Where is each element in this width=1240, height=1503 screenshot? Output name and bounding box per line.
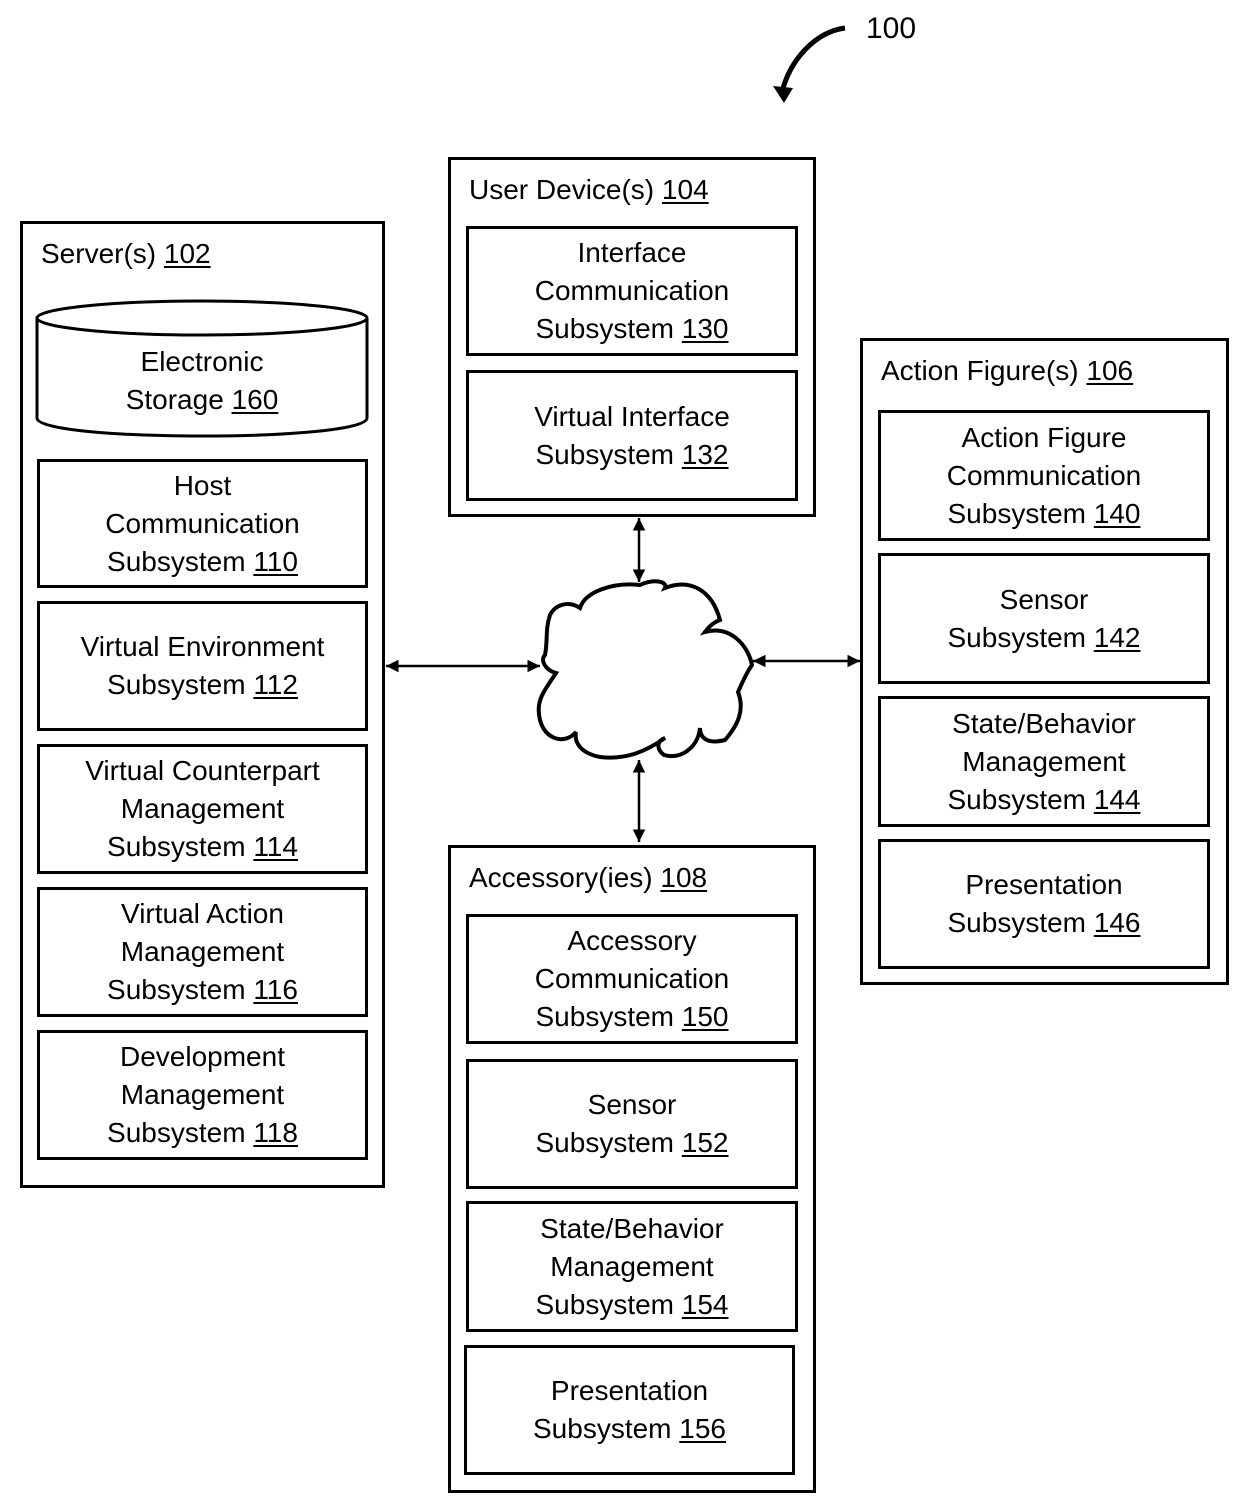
- subsystem-line: Communication: [534, 275, 730, 306]
- subsystem-line: Subsystem: [535, 1127, 675, 1158]
- subsystem-line: Subsystem: [535, 1001, 675, 1032]
- subsystem-line: Subsystem: [107, 545, 246, 577]
- subsystem-line: Subsystem: [947, 621, 1087, 653]
- accessories-title-text: Accessory(ies): [469, 862, 653, 893]
- subsystem-number: 110: [253, 545, 298, 577]
- servers-number: 102: [163, 238, 211, 269]
- accessory-sensor-subsystem: Sensor Subsystem 152: [466, 1059, 798, 1189]
- subsystem-number: 156: [679, 1413, 726, 1444]
- action-figures-title-text: Action Figure(s): [881, 355, 1079, 386]
- accessory-state-behavior-subsystem: State/Behavior Management Subsystem 154: [466, 1201, 798, 1332]
- action-figure-sensor-subsystem: Sensor Subsystem 142: [878, 553, 1210, 684]
- subsystem-number: 116: [253, 974, 298, 1005]
- action-figures-number: 106: [1086, 355, 1134, 386]
- storage-line: Electronic: [140, 346, 264, 377]
- accessories-title: Accessory(ies) 108: [469, 864, 707, 892]
- subsystem-line: Development: [120, 1041, 285, 1072]
- subsystem-line: Management: [962, 745, 1126, 777]
- cloud-icon: [536, 579, 755, 760]
- subsystem-line: Accessory: [567, 925, 697, 956]
- subsystem-line: Management: [120, 936, 285, 967]
- subsystem-line: Subsystem: [107, 1117, 246, 1148]
- servers-title: Server(s) 102: [41, 240, 211, 268]
- user-devices-number: 104: [661, 174, 709, 205]
- subsystem-line: Host: [173, 469, 232, 501]
- subsystem-line: Subsystem: [107, 974, 246, 1005]
- subsystem-line: State/Behavior: [540, 1212, 724, 1244]
- accessory-communication-subsystem: Accessory Communication Subsystem 150: [466, 914, 798, 1044]
- subsystem-line: Management: [550, 1250, 714, 1282]
- subsystem-number: 152: [681, 1127, 729, 1158]
- subsystem-line: Subsystem: [533, 1413, 672, 1444]
- user-devices-title-text: User Device(s): [469, 174, 655, 205]
- subsystem-line: Presentation: [965, 869, 1123, 900]
- user-devices-title: User Device(s) 104: [469, 176, 709, 204]
- subsystem-number: 142: [1093, 621, 1141, 653]
- subsystem-line: Virtual Interface: [534, 400, 730, 432]
- subsystem-line: Presentation: [550, 1375, 709, 1406]
- subsystem-line: Communication: [534, 963, 730, 994]
- subsystem-line: Interface: [577, 237, 687, 268]
- subsystem-line: Subsystem: [947, 783, 1087, 815]
- subsystem-line: Subsystem: [107, 831, 246, 862]
- electronic-storage: Electronic Storage 160: [37, 336, 367, 426]
- subsystem-number: 130: [681, 313, 729, 344]
- subsystem-line: Subsystem: [535, 438, 675, 470]
- interface-communication-subsystem: Interface Communication Subsystem 130: [466, 226, 798, 356]
- subsystem-line: Sensor: [587, 1089, 677, 1120]
- subsystem-number: 132: [681, 438, 729, 470]
- virtual-interface-subsystem: Virtual Interface Subsystem 132: [466, 370, 798, 501]
- servers-title-text: Server(s): [41, 238, 157, 269]
- subsystem-line: Subsystem: [947, 497, 1087, 529]
- subsystem-line: Management: [120, 793, 285, 824]
- subsystem-line: State/Behavior: [952, 707, 1136, 739]
- figure-reference-arrow: [779, 25, 846, 93]
- action-figures-title: Action Figure(s) 106: [881, 357, 1133, 385]
- virtual-action-management-subsystem: Virtual Action Management Subsystem 116: [37, 887, 368, 1017]
- host-communication-subsystem: Host Communication Subsystem 110: [37, 459, 368, 588]
- subsystem-number: 114: [253, 831, 298, 862]
- subsystem-number: 144: [1093, 783, 1141, 815]
- subsystem-line: Subsystem: [535, 1288, 675, 1320]
- accessory-presentation-subsystem: Presentation Subsystem 156: [464, 1345, 795, 1475]
- development-management-subsystem: Development Management Subsystem 118: [37, 1030, 368, 1160]
- subsystem-number: 140: [1093, 497, 1141, 529]
- storage-line: Storage: [125, 384, 224, 415]
- storage-number: 160: [231, 384, 279, 415]
- subsystem-line: Subsystem: [947, 907, 1087, 938]
- subsystem-line: Subsystem: [107, 669, 246, 700]
- subsystem-line: Virtual Counterpart: [85, 755, 320, 786]
- subsystem-line: Subsystem: [535, 313, 675, 344]
- subsystem-line: Communication: [105, 507, 300, 539]
- subsystem-number: 150: [681, 1001, 729, 1032]
- action-figure-presentation-subsystem: Presentation Subsystem 146: [878, 839, 1210, 969]
- action-figure-state-behavior-subsystem: State/Behavior Management Subsystem 144: [878, 696, 1210, 827]
- subsystem-number: 146: [1093, 907, 1141, 938]
- subsystem-number: 112: [253, 669, 298, 700]
- accessories-number: 108: [660, 862, 708, 893]
- subsystem-line: Virtual Action: [121, 898, 284, 929]
- subsystem-line: Sensor: [999, 583, 1089, 615]
- virtual-counterpart-management-subsystem: Virtual Counterpart Management Subsystem 1…: [37, 744, 368, 874]
- subsystem-line: Management: [120, 1079, 285, 1110]
- subsystem-line: Action Figure: [961, 421, 1127, 453]
- action-figure-communication-subsystem: Action Figure Communication Subsystem 140: [878, 410, 1210, 541]
- subsystem-number: 118: [253, 1117, 298, 1148]
- subsystem-line: Virtual Environment: [80, 631, 325, 662]
- virtual-environment-subsystem: Virtual Environment Subsystem 112: [37, 601, 368, 731]
- subsystem-line: Communication: [946, 459, 1142, 491]
- subsystem-number: 154: [681, 1288, 729, 1320]
